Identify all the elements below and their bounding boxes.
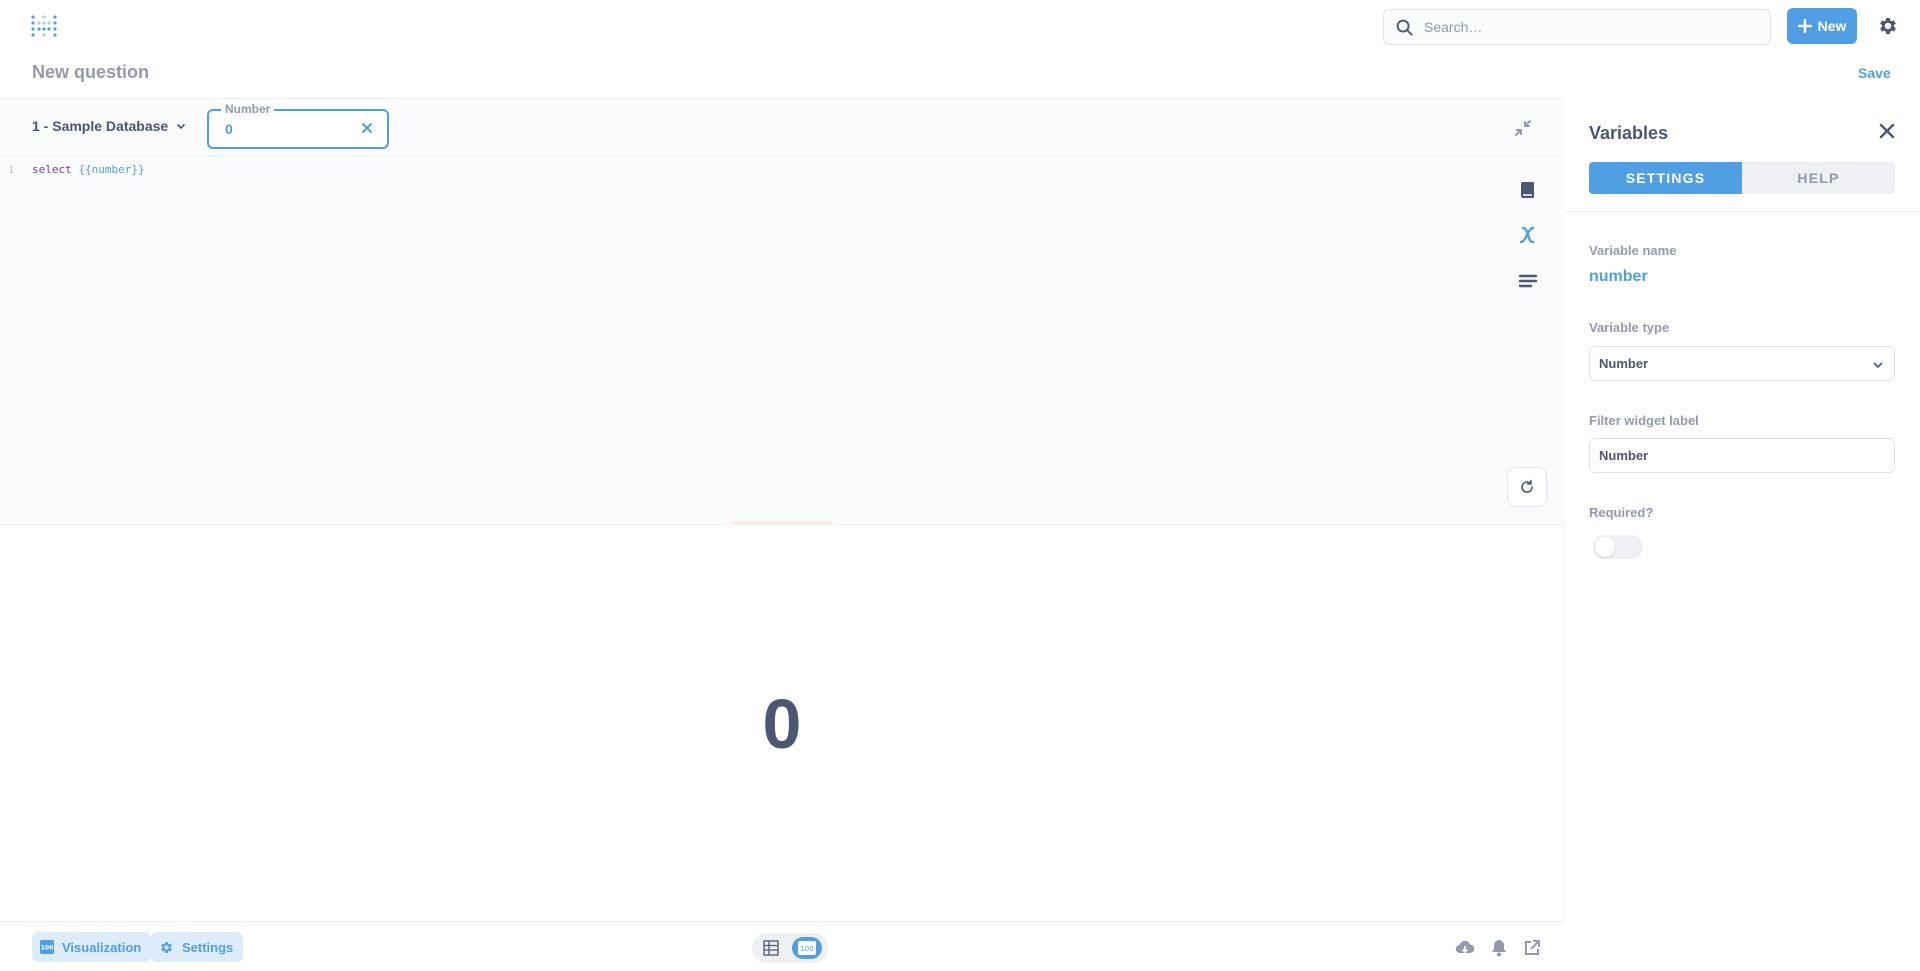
variable-name: number <box>1589 268 1648 285</box>
scalar-value: 0 <box>762 684 802 763</box>
gear-icon[interactable] <box>1877 15 1899 37</box>
query-builder: 1 - Sample Database Number 0 1 select {{… <box>0 98 1564 971</box>
required-toggle[interactable] <box>1593 535 1643 559</box>
sidebar-title: Variables <box>1589 123 1669 143</box>
database-picker-label: 1 - Sample Database <box>32 118 169 134</box>
editor-resize-handle[interactable] <box>732 521 832 525</box>
line-number: 1 <box>8 165 15 176</box>
search-icon <box>1396 19 1413 36</box>
scalar-icon: 100 <box>798 941 816 955</box>
close-icon[interactable] <box>1879 123 1895 139</box>
top-nav: New <box>0 0 1920 52</box>
filter-widget-label-label: Filter widget label <box>1589 413 1699 428</box>
gear-icon <box>161 941 172 953</box>
download-icon[interactable] <box>1455 938 1475 958</box>
scalar-view-toggle[interactable]: 100 <box>792 937 822 959</box>
clear-icon[interactable] <box>361 122 373 134</box>
page-title[interactable]: New question <box>32 62 149 83</box>
share-icon[interactable] <box>1522 938 1542 958</box>
settings-label: Settings <box>182 939 234 955</box>
tab-help[interactable]: HELP <box>1742 162 1895 194</box>
native-query-editor: 1 - Sample Database Number 0 1 select {{… <box>0 99 1564 525</box>
visualization-icon: 100 <box>40 940 54 954</box>
required-label: Required? <box>1589 505 1654 520</box>
parameter-widget-value[interactable]: 0 <box>225 121 233 137</box>
collapse-editor-icon[interactable] <box>1513 118 1533 138</box>
code-line[interactable]: select {{number}} <box>32 163 145 176</box>
tab-settings[interactable]: SETTINGS <box>1589 162 1742 194</box>
snippets-icon[interactable] <box>1517 271 1539 293</box>
plus-icon <box>1797 19 1812 33</box>
search-bar[interactable] <box>1383 9 1771 45</box>
refresh-icon <box>1521 479 1533 493</box>
parameter-widget-label: Number <box>221 102 275 116</box>
data-reference-icon[interactable] <box>1517 179 1539 201</box>
bell-icon[interactable] <box>1489 938 1509 958</box>
variables-icon[interactable] <box>1517 224 1539 246</box>
view-footer: 100 Visualization Settings 100 <box>0 921 1564 971</box>
variable-type-select[interactable]: Number <box>1589 346 1895 381</box>
divider <box>1565 211 1920 212</box>
query-result: 0 <box>0 526 1564 921</box>
code-variable-tag: {{number}} <box>78 163 145 176</box>
new-button[interactable]: New <box>1787 8 1857 44</box>
run-query-button[interactable] <box>1507 467 1547 507</box>
view-toggle: 100 <box>752 933 828 963</box>
variables-sidebar: Variables SETTINGS HELP Variable name nu… <box>1565 98 1920 971</box>
sidebar-tabs: SETTINGS HELP <box>1589 162 1895 194</box>
variable-type-value: Number <box>1599 356 1649 371</box>
filter-widget-label-value: Number <box>1599 448 1649 463</box>
number-parameter-widget[interactable]: Number 0 <box>207 102 389 149</box>
search-input[interactable] <box>1424 19 1744 35</box>
save-button[interactable]: Save <box>1858 65 1891 81</box>
database-picker[interactable]: 1 - Sample Database <box>32 118 186 134</box>
table-icon[interactable] <box>763 940 779 956</box>
code-keyword: select <box>32 163 72 176</box>
variable-name-label: Variable name <box>1589 243 1677 258</box>
editor-toolbar: 1 - Sample Database Number 0 <box>0 99 1564 156</box>
svg-text:100: 100 <box>41 945 54 952</box>
svg-text:100: 100 <box>800 945 813 953</box>
visualization-button[interactable]: 100 Visualization <box>32 932 152 962</box>
chevron-down-icon <box>177 123 186 130</box>
new-button-label: New <box>1817 18 1847 34</box>
metabase-logo-icon[interactable] <box>30 13 58 41</box>
toggle-knob <box>1595 537 1615 557</box>
visualization-label: Visualization <box>62 939 142 955</box>
variable-type-label: Variable type <box>1589 320 1670 335</box>
filter-widget-label-input[interactable]: Number <box>1589 438 1895 473</box>
chevron-down-icon <box>1873 362 1883 369</box>
settings-button[interactable]: Settings <box>151 932 244 962</box>
